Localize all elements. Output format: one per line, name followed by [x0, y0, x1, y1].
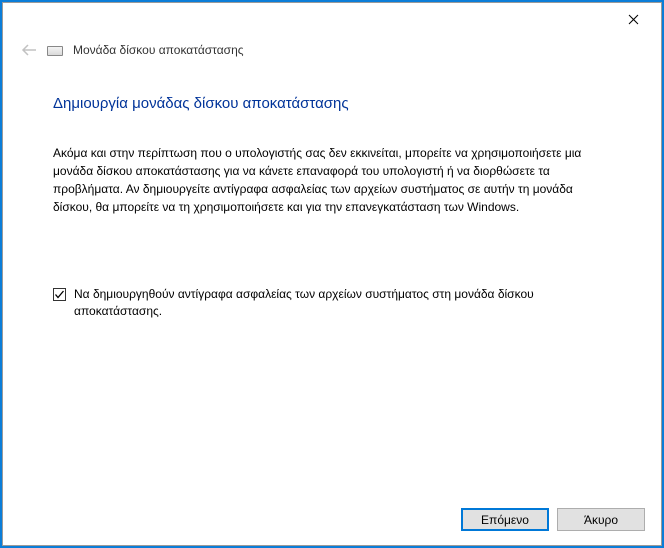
wizard-title: Μονάδα δίσκου αποκατάστασης — [73, 43, 244, 57]
close-button[interactable] — [613, 5, 653, 33]
page-description: Ακόμα και στην περίπτωση που ο υπολογιστ… — [53, 144, 611, 216]
recovery-drive-dialog: Μονάδα δίσκου αποκατάστασης Δημιουργία μ… — [2, 2, 662, 546]
wizard-content: Δημιουργία μονάδας δίσκου αποκατάστασης … — [3, 57, 661, 496]
checkmark-icon — [54, 289, 65, 300]
back-arrow-icon — [21, 43, 37, 57]
titlebar — [3, 3, 661, 35]
backup-checkbox-row: Να δημιουργηθούν αντίγραφα ασφαλείας των… — [53, 286, 611, 321]
next-button[interactable]: Επόμενο — [461, 508, 549, 531]
page-heading: Δημιουργία μονάδας δίσκου αποκατάστασης — [53, 95, 611, 112]
cancel-button[interactable]: Άκυρο — [557, 508, 645, 531]
drive-icon — [47, 46, 63, 56]
backup-checkbox-label: Να δημιουργηθούν αντίγραφα ασφαλείας των… — [74, 286, 611, 321]
backup-checkbox[interactable] — [53, 288, 66, 301]
close-icon — [628, 14, 639, 25]
wizard-header: Μονάδα δίσκου αποκατάστασης — [3, 35, 661, 57]
dialog-footer: Επόμενο Άκυρο — [3, 496, 661, 545]
